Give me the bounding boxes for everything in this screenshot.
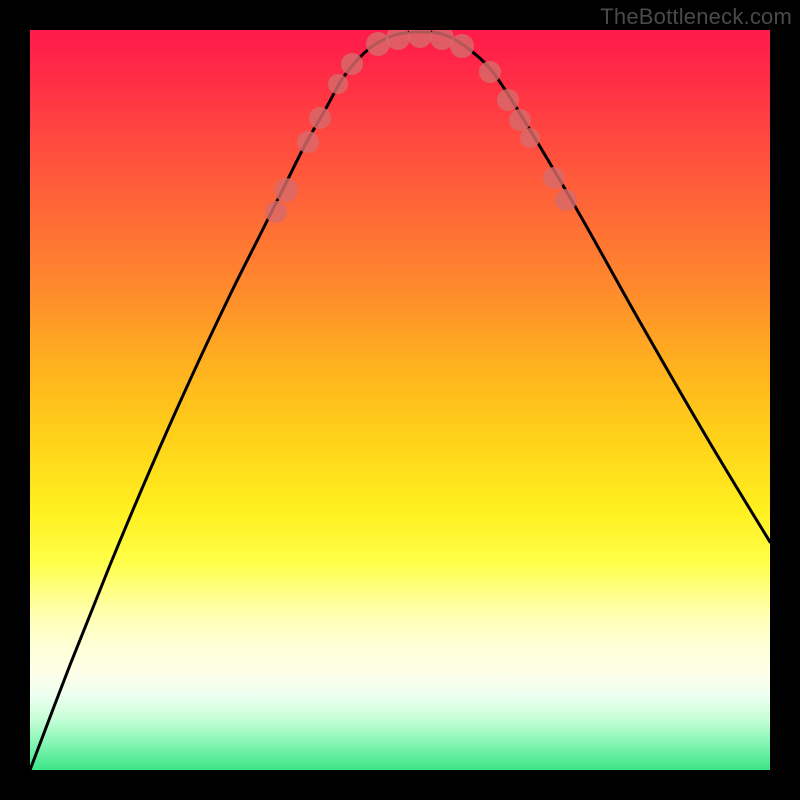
watermark-text: TheBottleneck.com <box>600 4 792 30</box>
chart-frame: TheBottleneck.com <box>0 0 800 800</box>
marker-dot <box>555 189 577 211</box>
marker-dot <box>297 131 319 153</box>
highlight-dots <box>265 30 577 223</box>
bottleneck-curve <box>30 32 770 770</box>
marker-dot <box>543 167 565 189</box>
marker-dot <box>265 201 287 223</box>
marker-dot <box>309 107 331 129</box>
marker-dot <box>497 89 519 111</box>
marker-dot <box>520 128 540 148</box>
marker-dot <box>328 74 348 94</box>
marker-dot <box>274 178 298 202</box>
marker-dot <box>479 61 501 83</box>
marker-dot <box>341 53 363 75</box>
marker-dot <box>509 109 531 131</box>
marker-dot <box>408 30 432 48</box>
marker-dot <box>450 34 474 58</box>
plot-area <box>30 30 770 770</box>
curve-layer <box>30 30 770 770</box>
